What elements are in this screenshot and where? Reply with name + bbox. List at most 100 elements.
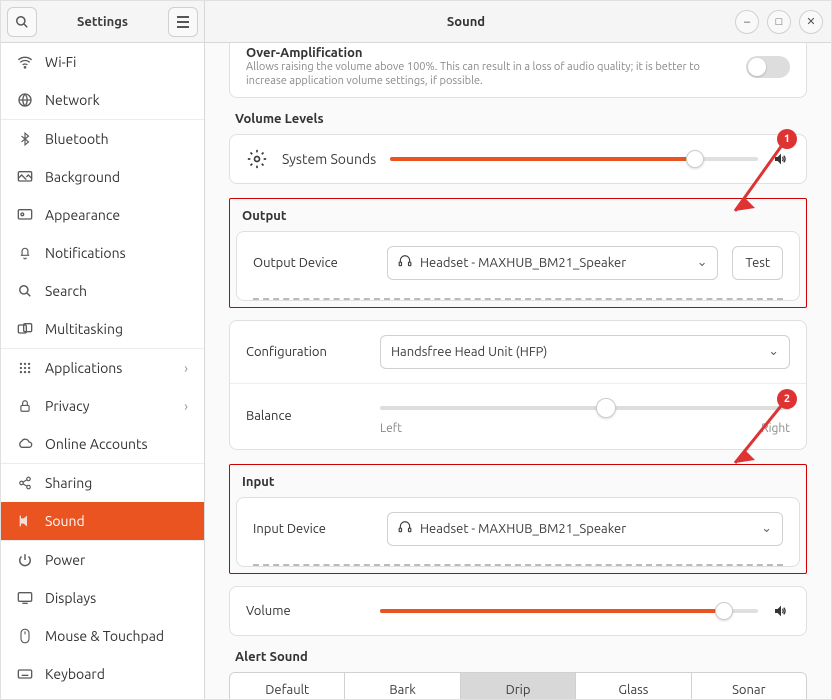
sidebar-item-background[interactable]: Background (1, 158, 204, 196)
annotation-badge-1: 1 (777, 129, 797, 149)
sidebar-item-keyboard[interactable]: Keyboard (1, 655, 204, 693)
sound-icon (17, 513, 33, 529)
over-amplification-text: Over-Amplification Allows raising the vo… (246, 46, 730, 89)
configuration-value: Handsfree Head Unit (HFP) (391, 345, 547, 359)
sidebar-item-bluetooth[interactable]: Bluetooth (1, 120, 204, 158)
sidebar-item-online-accounts[interactable]: Online Accounts (1, 425, 204, 463)
sidebar-item-label: Bluetooth (45, 131, 109, 147)
volume-levels-section: System Sounds (229, 134, 807, 184)
sidebar-item-label: Online Accounts (45, 436, 148, 452)
chevron-right-icon: › (184, 398, 188, 414)
sidebar-item-displays[interactable]: Displays (1, 579, 204, 617)
sidebar-item-label: Multitasking (45, 321, 123, 337)
sidebar-item-label: Notifications (45, 245, 126, 261)
balance-left-label: Left (380, 422, 402, 435)
alert-sound-segmented: DefaultBarkDripGlassSonar (229, 672, 807, 699)
balance-right-label: Right (761, 422, 790, 435)
speaker-icon[interactable] (772, 151, 790, 167)
input-device-row: Input Device Headset - MAXHUB_BM21_Speak… (237, 498, 799, 560)
alert-sound-option-drip[interactable]: Drip (460, 673, 575, 699)
output-device-row: Output Device Headset - MAXHUB_BM21_Spea… (237, 232, 799, 294)
sidebar-item-label: Background (45, 169, 120, 185)
display-icon (17, 591, 33, 605)
sidebar-item-network[interactable]: Network (1, 81, 204, 119)
sidebar-title: Settings (43, 15, 162, 29)
window-controls: ‒ □ ✕ (727, 10, 831, 34)
configuration-row: Configuration Handsfree Head Unit (HFP) … (230, 321, 806, 383)
sidebar-item-mouse-touchpad[interactable]: Mouse & Touchpad (1, 617, 204, 655)
titlebar: Settings Sound ‒ □ ✕ (1, 1, 831, 43)
input-device-select[interactable]: Headset - MAXHUB_BM21_Speaker ⌄ (387, 512, 783, 546)
speaker-icon[interactable] (772, 603, 790, 619)
sidebar-item-sharing[interactable]: Sharing (1, 464, 204, 502)
minimize-button[interactable]: ‒ (735, 10, 759, 34)
background-icon (17, 170, 33, 184)
output-title: Output (242, 209, 794, 223)
annotation-box-1: Output Output Device Headset - MAXHUB_BM… (229, 198, 807, 308)
over-amplification-title: Over-Amplification (246, 46, 730, 60)
sidebar-item-notifications[interactable]: Notifications (1, 234, 204, 272)
sidebar-item-multitasking[interactable]: Multitasking (1, 310, 204, 348)
page-title: Sound (205, 15, 727, 29)
sidebar-item-label: Search (45, 283, 87, 299)
wifi-icon (17, 54, 33, 70)
appearance-icon (17, 208, 33, 222)
sidebar-item-wifi[interactable]: Wi-Fi (1, 43, 204, 81)
input-volume-slider[interactable] (380, 601, 758, 621)
alert-sound-option-glass[interactable]: Glass (575, 673, 690, 699)
maximize-button[interactable]: □ (767, 10, 791, 34)
hamburger-icon (176, 16, 190, 28)
output-device-value: Headset - MAXHUB_BM21_Speaker (420, 256, 626, 270)
headset-icon (398, 520, 412, 537)
power-icon (17, 553, 33, 567)
sidebar-item-label: Power (45, 552, 85, 568)
configuration-select[interactable]: Handsfree Head Unit (HFP) ⌄ (380, 335, 790, 369)
annotation-box-2: Input Input Device Headset - MAXHUB_BM21… (229, 464, 807, 574)
system-sounds-slider[interactable] (390, 149, 758, 169)
output-section: Output Device Headset - MAXHUB_BM21_Spea… (236, 231, 800, 301)
close-icon: ✕ (806, 15, 815, 28)
output-device-select[interactable]: Headset - MAXHUB_BM21_Speaker ⌄ (387, 246, 718, 280)
chevron-down-icon: ⌄ (768, 344, 779, 359)
headset-icon (398, 254, 412, 271)
content-area: Over-Amplification Allows raising the vo… (205, 43, 831, 699)
apps-icon (17, 361, 33, 375)
balance-row: Balance Left Right (230, 383, 806, 449)
minimize-icon: ‒ (744, 16, 750, 28)
alert-sound-option-sonar[interactable]: Sonar (691, 673, 806, 699)
over-amplification-toggle[interactable] (746, 56, 790, 78)
over-amplification-row: Over-Amplification Allows raising the vo… (229, 43, 807, 98)
sidebar-item-label: Privacy (45, 398, 89, 414)
output-config-section: Configuration Handsfree Head Unit (HFP) … (229, 320, 807, 450)
input-volume-section: Volume (229, 586, 807, 636)
system-sounds-label: System Sounds (282, 151, 376, 167)
sidebar-item-privacy[interactable]: Privacy › (1, 387, 204, 425)
sidebar-item-sound[interactable]: Sound (1, 502, 204, 540)
sidebar-item-label: Sharing (45, 475, 92, 491)
sidebar-item-search[interactable]: Search (1, 272, 204, 310)
annotation-badge-2: 2 (777, 389, 797, 409)
sidebar-item-power[interactable]: Power (1, 541, 204, 579)
alert-sound-option-default[interactable]: Default (230, 673, 344, 699)
share-icon (17, 476, 33, 490)
sidebar-item-appearance[interactable]: Appearance (1, 196, 204, 234)
lock-icon (17, 398, 33, 414)
input-indicator (253, 564, 783, 566)
close-button[interactable]: ✕ (799, 10, 823, 34)
hamburger-menu-button[interactable] (168, 7, 198, 37)
search-button[interactable] (7, 7, 37, 37)
globe-icon (17, 92, 33, 108)
mouse-icon (17, 628, 33, 644)
balance-slider[interactable] (380, 398, 790, 418)
test-button[interactable]: Test (732, 246, 783, 280)
output-indicator (253, 298, 783, 300)
bell-icon (17, 245, 33, 261)
multitask-icon (17, 322, 33, 336)
maximize-icon: □ (776, 16, 783, 28)
bluetooth-icon (17, 131, 33, 147)
alert-sound-option-bark[interactable]: Bark (344, 673, 459, 699)
sidebar-item-label: Applications (45, 360, 122, 376)
sidebar-item-applications[interactable]: Applications› (1, 349, 204, 387)
sidebar-item-label: Sound (45, 513, 85, 529)
input-section: Input Device Headset - MAXHUB_BM21_Speak… (236, 497, 800, 567)
